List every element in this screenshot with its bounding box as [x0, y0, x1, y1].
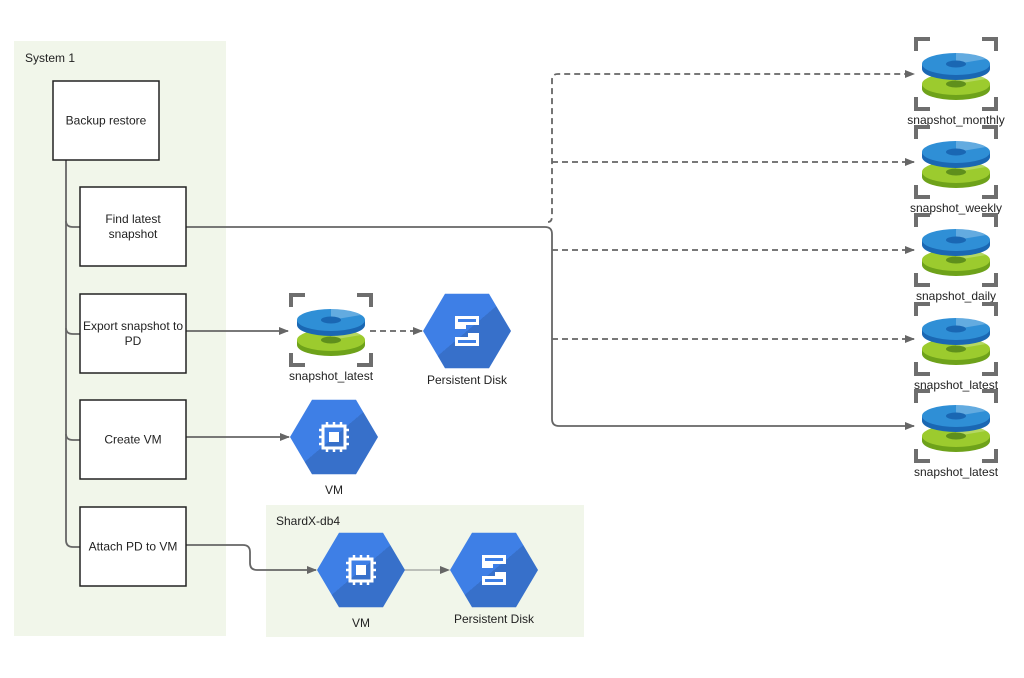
step-label: Export snapshot to: [83, 319, 183, 333]
step-attach[interactable]: Attach PD to VM: [79, 506, 187, 587]
snapshot-label: snapshot_weekly: [910, 201, 1002, 215]
node-snapshot-weekly-1[interactable]: snapshot_weekly: [910, 125, 1002, 215]
step-label: Create VM: [104, 433, 161, 447]
node-label: Persistent Disk: [427, 373, 508, 387]
chip-icon: [346, 555, 376, 585]
snapshot-icon: [289, 293, 373, 367]
node-snapshot-monthly-0[interactable]: snapshot_monthly: [907, 37, 1005, 127]
snapshot-label: snapshot_latest: [289, 369, 374, 383]
snapshot-label: snapshot_daily: [916, 289, 996, 303]
step-export[interactable]: Export snapshot toPD: [79, 293, 187, 374]
step-find[interactable]: Find latestsnapshot: [79, 186, 187, 267]
step-createvm[interactable]: Create VM: [79, 399, 187, 480]
step-label: Attach PD to VM: [89, 540, 178, 554]
edge-find-to-snapshot-monthly: [547, 70, 915, 223]
step-label: PD: [125, 334, 142, 348]
snapshot-icon: [914, 37, 998, 111]
group-title: ShardX-db4: [276, 514, 340, 528]
snapshot-icon: [914, 125, 998, 199]
snapshot-label: snapshot_monthly: [907, 113, 1004, 127]
hexagon-shadow: [423, 293, 511, 369]
node-snapshot-latest-3[interactable]: snapshot_latest: [914, 302, 999, 392]
edge-find-to-snapshot-latest-2: [186, 226, 915, 430]
chip-icon: [319, 422, 349, 452]
snapshot-icon: [914, 389, 998, 463]
snapshot-icon: [914, 213, 998, 287]
step-backup[interactable]: Backup restore: [52, 80, 160, 161]
node-label: Persistent Disk: [454, 612, 535, 626]
step-label: snapshot: [109, 227, 158, 241]
node-persistent-disk[interactable]: Persistent Disk: [423, 293, 511, 387]
node-label: VM: [325, 483, 343, 497]
node-snapshot-latest[interactable]: snapshot_latest: [289, 293, 374, 383]
node-snapshot-daily-2[interactable]: snapshot_daily: [914, 213, 998, 303]
snapshot-label: snapshot_latest: [914, 465, 999, 479]
step-label: Find latest: [105, 212, 161, 226]
node-snapshot-latest-4[interactable]: snapshot_latest: [914, 389, 999, 479]
architecture-diagram: System 1 ShardX-db4 Backup restore Find l…: [14, 37, 1005, 637]
step-label: Backup restore: [66, 114, 147, 128]
node-label: VM: [352, 616, 370, 630]
node-vm[interactable]: VM: [290, 399, 378, 497]
snapshot-icon: [914, 302, 998, 376]
group-title: System 1: [25, 51, 75, 65]
